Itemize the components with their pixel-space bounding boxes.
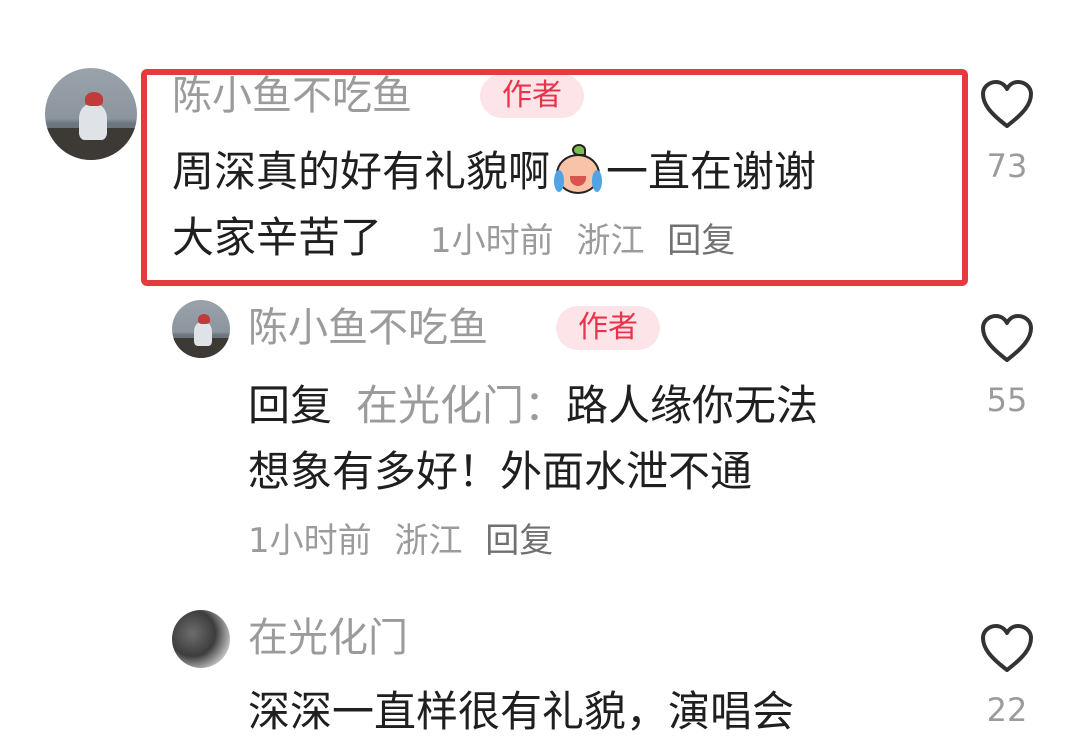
comment-text-part: 想象有多好！外面水泄不通 (248, 447, 753, 496)
reply-prefix: 回复 (248, 381, 333, 430)
reply-to-username[interactable]: 在光化门： (356, 381, 566, 430)
heart-outline-icon (981, 314, 1033, 362)
author-badge: 作者 (556, 306, 660, 350)
comment-author-name[interactable]: 在光化门 (248, 614, 408, 662)
avatar[interactable] (45, 68, 137, 160)
heart-outline-icon (981, 80, 1033, 128)
comment-thread: 陈小鱼不吃鱼 作者 周深真的好有礼貌啊 一直在谢谢 大家辛苦了 1小时前 浙江 回… (0, 0, 1078, 750)
comment-text[interactable]: 深深一直样很有礼貌，演唱会 (248, 686, 794, 738)
comment-text[interactable]: 回复 在光化门：路人缘你无法 (248, 380, 818, 432)
avatar[interactable] (172, 300, 230, 358)
highlight-annotation-box (141, 69, 968, 286)
comment-author-name[interactable]: 陈小鱼不吃鱼 (248, 304, 488, 352)
comment-meta: 1小时前 浙江 回复 (248, 520, 553, 562)
avatar[interactable] (172, 610, 230, 668)
like-button[interactable] (978, 624, 1036, 678)
like-button[interactable] (978, 314, 1036, 368)
like-button[interactable] (978, 80, 1036, 134)
like-count: 22 (986, 691, 1028, 729)
like-count: 73 (986, 147, 1028, 185)
comment-time: 1小时前 (248, 521, 372, 561)
comment-location: 浙江 (394, 521, 463, 561)
comment-text-line2: 想象有多好！外面水泄不通 (248, 446, 752, 498)
comment-text-part: 路人缘你无法 (566, 381, 819, 430)
like-count: 55 (986, 381, 1028, 419)
comment-text-part: 深深一直样很有礼貌，演唱会 (248, 687, 795, 736)
heart-outline-icon (981, 624, 1033, 672)
reply-button[interactable]: 回复 (485, 521, 553, 561)
